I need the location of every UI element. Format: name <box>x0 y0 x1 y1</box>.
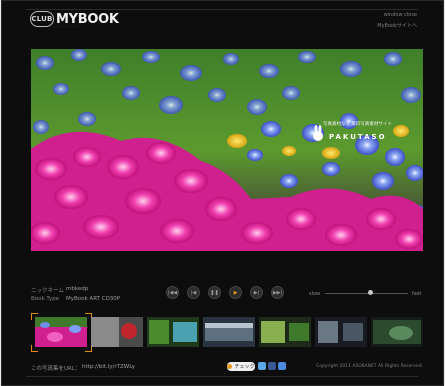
pause-icon: ❚❚ <box>210 289 219 296</box>
thumbnail-dark-green[interactable] <box>371 317 423 347</box>
book-type-label: Book Type <box>31 296 60 302</box>
nickname-label: ニックネーム <box>31 288 64 294</box>
selection-corner-tl <box>31 313 38 320</box>
share-label: この写真集をURL： <box>31 366 81 372</box>
main-photo: 写真素材なら 無料写真素材サイト PAKUTASO <box>31 49 423 251</box>
facebook-icon[interactable] <box>268 362 276 370</box>
prev-icon: |◀ <box>190 289 197 296</box>
pause-button[interactable]: ❚❚ <box>208 286 221 299</box>
speed-fast-label: fast <box>412 291 422 297</box>
thumbnail-sky-clouds[interactable] <box>203 317 255 347</box>
speed-slow-label: slow <box>309 291 321 297</box>
check-label: チェック <box>234 364 255 370</box>
twitter-icon[interactable] <box>258 362 266 370</box>
logo-subtitle-decoration: · · · · · · · · · · <box>53 25 80 29</box>
check-dot-icon <box>227 364 233 369</box>
footer-divider <box>26 376 418 377</box>
last-icon: ▶▶| <box>272 289 283 296</box>
first-button[interactable]: |◀◀ <box>166 286 179 299</box>
thumbnail-green-plants[interactable] <box>147 317 199 347</box>
rabbit-logo-icon <box>313 125 323 141</box>
check-button[interactable]: チェック <box>227 362 255 371</box>
window-close-link[interactable]: window close <box>384 12 417 18</box>
watermark-name: PAKUTASO <box>329 133 387 141</box>
thumbnail-flowers[interactable] <box>35 317 87 347</box>
first-icon: |◀◀ <box>167 289 178 296</box>
watermark-tagline: 写真素材なら 無料写真素材サイト <box>323 122 392 127</box>
nickname-value: mbkedp <box>66 286 89 292</box>
mybook-site-link[interactable]: MyBookサイトへ <box>377 22 417 29</box>
next-icon: ▶| <box>253 289 260 296</box>
play-icon: ▶ <box>233 289 238 296</box>
share-icon[interactable] <box>278 362 286 370</box>
book-type-value: MyBook ART CD30P <box>66 296 121 302</box>
thumbnail-gray-apple[interactable] <box>91 317 143 347</box>
last-button[interactable]: ▶▶| <box>271 286 284 299</box>
next-button[interactable]: ▶| <box>250 286 263 299</box>
thumbnail-building[interactable] <box>315 317 367 347</box>
speed-slider-track[interactable] <box>325 293 408 294</box>
selection-corner-bl <box>31 345 38 352</box>
logo-club-text: CLUB <box>30 11 54 27</box>
thumbnail-strip <box>31 310 423 354</box>
thumbnail-meadow[interactable] <box>259 317 311 347</box>
play-button[interactable]: ▶ <box>229 286 242 299</box>
share-url-link[interactable]: http://bit.ly/rTZWLy <box>82 364 135 370</box>
copyright-text: Copyright 2011 ASUKANET All Rights Reser… <box>316 364 423 369</box>
pakutaso-watermark: 写真素材なら 無料写真素材サイト PAKUTASO <box>311 121 392 141</box>
prev-button[interactable]: |◀ <box>187 286 200 299</box>
